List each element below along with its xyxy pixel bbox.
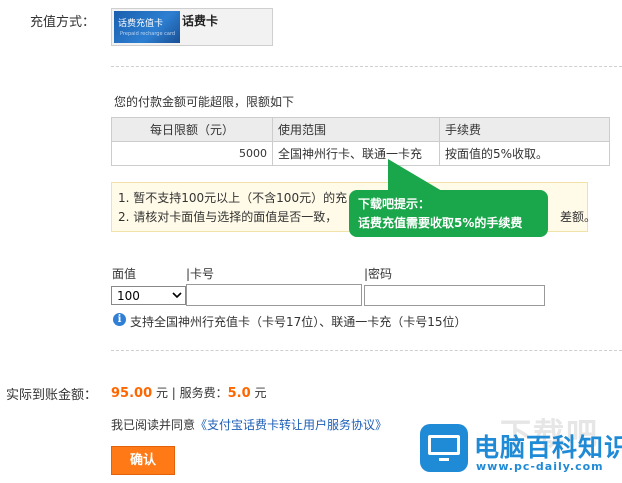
- password-input[interactable]: [364, 285, 545, 306]
- card-image: 话费充值卡 Prepaid recharge card: [114, 11, 180, 43]
- watermark-name: 电脑百科知识: [474, 433, 622, 462]
- notice-line-2: 2. 请核对卡面值与选择的面值是否一致，: [118, 210, 338, 224]
- fee-unit: 元: [250, 386, 267, 400]
- payment-method-label: 充值方式：: [30, 15, 96, 30]
- watermark-url: www.pc-daily.com: [476, 460, 604, 473]
- divider: [111, 350, 622, 351]
- info-icon: i: [113, 313, 126, 326]
- card-option-huafei[interactable]: 话费充值卡 Prepaid recharge card 话费卡: [111, 8, 273, 46]
- face-value-selected: 100: [117, 289, 140, 303]
- monitor-logo-icon: [420, 424, 468, 472]
- confirm-button[interactable]: 确认: [111, 446, 175, 475]
- card-number-input[interactable]: [186, 284, 362, 306]
- face-value-label: 面值: [112, 267, 137, 281]
- notice-line-2-tail: 差额。: [560, 210, 597, 224]
- table-header-row: 每日限额（元） 使用范围 手续费: [111, 117, 610, 142]
- table-row: 5000 全国神州行卡、联通一卡充 按面值的5%收取。: [111, 141, 610, 166]
- card-image-subtext: Prepaid recharge card: [120, 31, 176, 37]
- tip-text: 话费充值需要收取5%的手续费: [358, 216, 523, 230]
- service-fee-value: 5.0: [227, 386, 251, 401]
- tip-title: 下载吧提示：: [358, 197, 431, 211]
- tip-bubble: 下载吧提示： 话费充值需要收取5%的手续费: [349, 190, 548, 237]
- cell-fee: 按面值的5%收取。: [439, 141, 610, 166]
- card-image-text: 话费充值卡: [118, 19, 164, 29]
- agreement-link[interactable]: 《支付宝话费卡转让用户服务协议》: [195, 418, 387, 432]
- card-name: 话费卡: [182, 14, 219, 28]
- amount-summary: 95.00 元 | 服务费：5.0 元: [111, 384, 266, 401]
- header-scope: 使用范围: [272, 117, 440, 142]
- limit-table: 每日限额（元） 使用范围 手续费 5000 全国神州行卡、联通一卡充 按面值的5…: [111, 117, 610, 166]
- header-daily-limit: 每日限额（元）: [111, 117, 273, 142]
- chevron-down-icon: [172, 292, 182, 299]
- limit-title: 您的付款金额可能超限，限额如下: [114, 95, 295, 109]
- card-number-label: |卡号: [186, 267, 215, 281]
- cell-daily-limit: 5000: [111, 141, 273, 166]
- notice-line-1: 1. 暂不支持100元以上（不含100元）的充: [118, 191, 348, 205]
- actual-amount-label: 实际到账金额：: [6, 388, 98, 403]
- amount-unit: 元 | 服务费：: [152, 386, 228, 400]
- header-fee: 手续费: [439, 117, 610, 142]
- agreement: 我已阅读并同意《支付宝话费卡转让用户服务协议》: [111, 416, 387, 433]
- face-value-select[interactable]: 100: [111, 286, 186, 305]
- password-label: |密码: [364, 267, 393, 281]
- divider: [111, 66, 622, 67]
- actual-amount-value: 95.00: [111, 386, 153, 401]
- support-info: 支持全国神州行充值卡（卡号17位）、联通一卡充（卡号15位）: [130, 315, 467, 329]
- agreement-prefix: 我已阅读并同意: [111, 418, 196, 432]
